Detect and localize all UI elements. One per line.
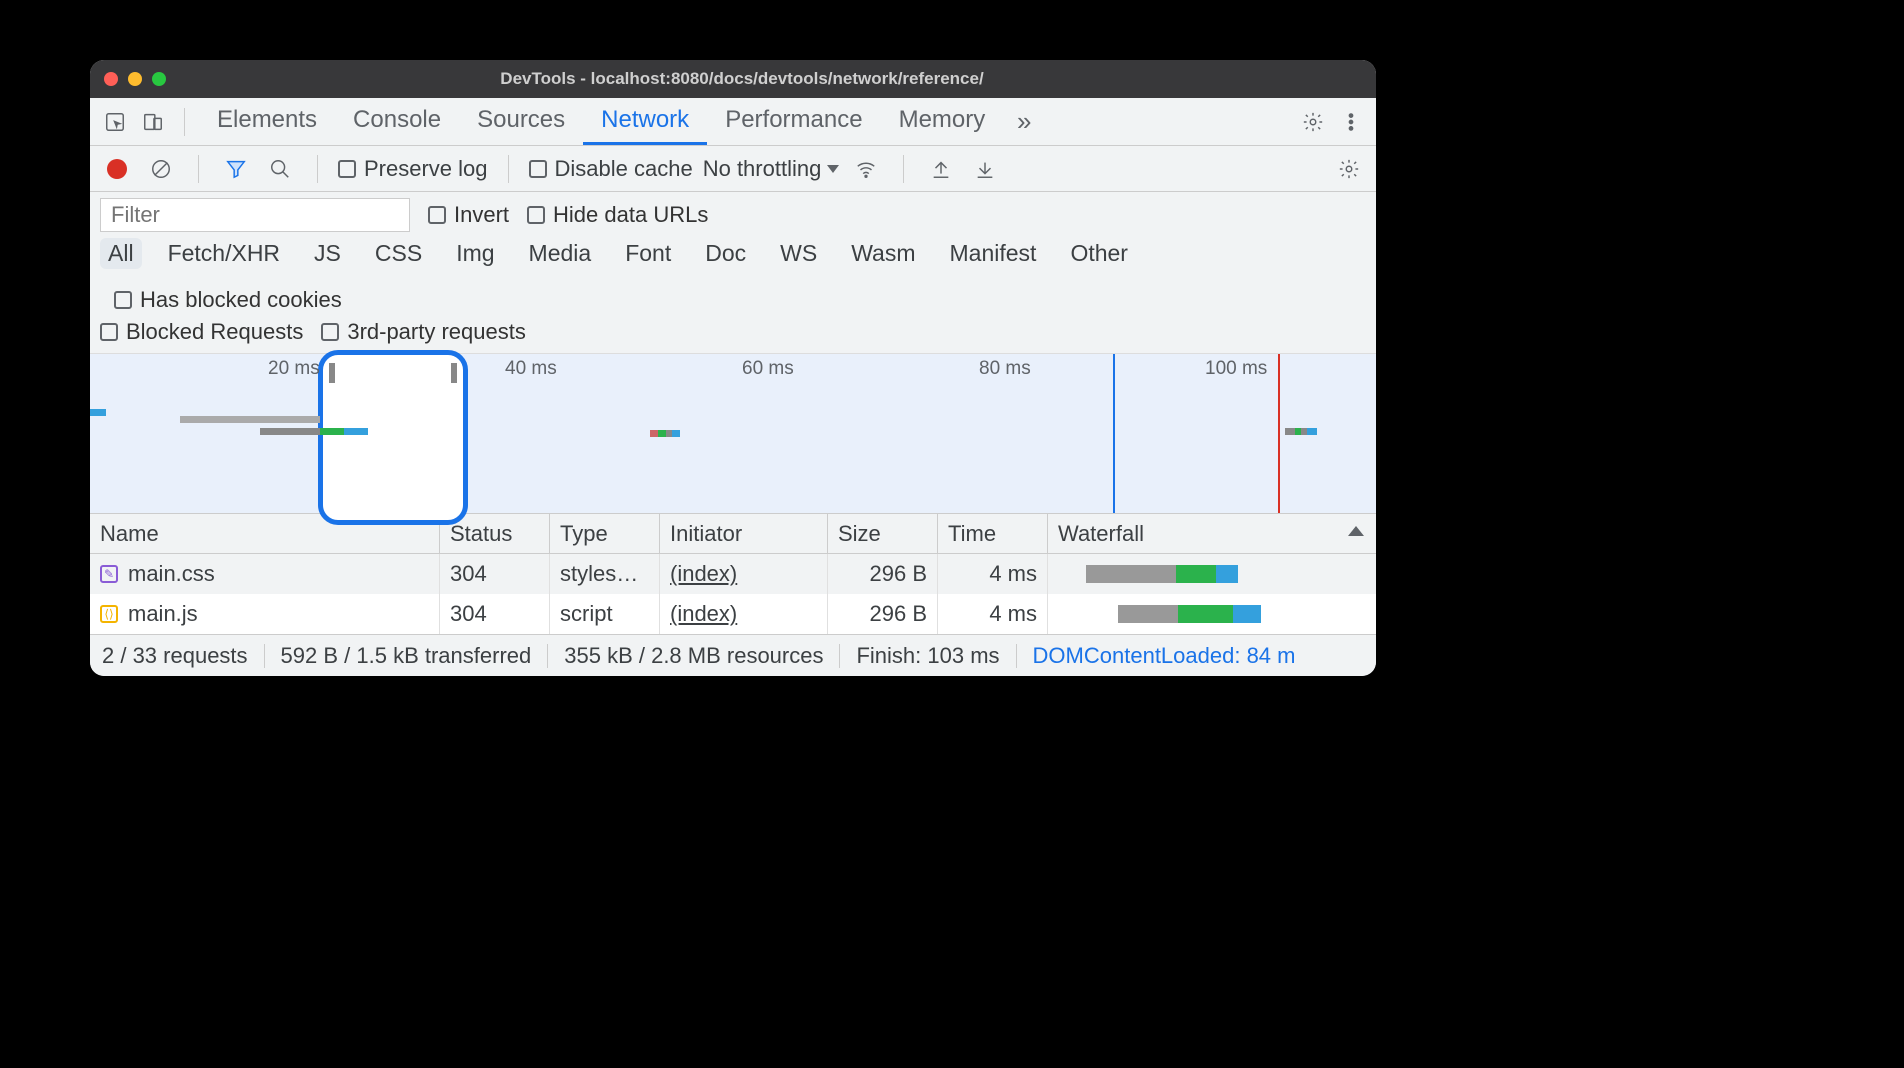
invert-checkbox[interactable]: Invert <box>428 202 509 228</box>
col-waterfall[interactable]: Waterfall <box>1048 514 1376 553</box>
network-conditions-icon[interactable] <box>849 152 883 186</box>
cell-waterfall <box>1048 594 1376 634</box>
close-window-button[interactable] <box>104 72 118 86</box>
status-resources: 355 kB / 2.8 MB resources <box>564 643 823 669</box>
upload-har-icon[interactable] <box>924 152 958 186</box>
cell-initiator: (index) <box>660 594 828 634</box>
cell-name: ✎main.css <box>90 554 440 594</box>
filter-icon[interactable] <box>219 152 253 186</box>
load-marker <box>1278 354 1280 513</box>
network-toolbar: Preserve log Disable cache No throttling <box>90 146 1376 192</box>
col-initiator[interactable]: Initiator <box>660 514 828 553</box>
col-time[interactable]: Time <box>938 514 1048 553</box>
status-bar: 2 / 33 requests 592 B / 1.5 kB transferr… <box>90 634 1376 676</box>
tab-console[interactable]: Console <box>335 98 459 145</box>
filter-type-media[interactable]: Media <box>521 238 600 269</box>
tick-label: 100 ms <box>1205 358 1267 380</box>
kebab-menu-icon[interactable] <box>1334 105 1368 139</box>
filter-type-fetchxhr[interactable]: Fetch/XHR <box>160 238 288 269</box>
cell-status: 304 <box>440 554 550 594</box>
tab-elements[interactable]: Elements <box>199 98 335 145</box>
preserve-log-checkbox[interactable]: Preserve log <box>338 156 488 182</box>
tab-network[interactable]: Network <box>583 98 707 145</box>
settings-icon[interactable] <box>1296 105 1330 139</box>
tick-label: 40 ms <box>505 358 557 380</box>
download-har-icon[interactable] <box>968 152 1002 186</box>
filter-type-other[interactable]: Other <box>1062 238 1136 269</box>
blocked-requests-checkbox[interactable]: Blocked Requests <box>100 319 303 345</box>
cell-size: 296 B <box>828 594 938 634</box>
filter-bar: Invert Hide data URLs All Fetch/XHR JS CSS I… <box>90 192 1376 354</box>
hide-data-urls-checkbox[interactable]: Hide data URLs <box>527 202 708 228</box>
throttling-select[interactable]: No throttling <box>703 156 840 182</box>
cell-size: 296 B <box>828 554 938 594</box>
cell-name: ⟨⟩main.js <box>90 594 440 634</box>
request-row[interactable]: ✎main.css304styles…(index)296 B4 ms <box>90 554 1376 594</box>
filter-type-font[interactable]: Font <box>617 238 679 269</box>
waterfall-bar <box>1058 605 1366 623</box>
clear-button[interactable] <box>144 152 178 186</box>
divider <box>184 108 185 136</box>
filter-type-css[interactable]: CSS <box>367 238 430 269</box>
panel-tabs: ElementsConsoleSourcesNetworkPerformance… <box>90 98 1376 146</box>
tab-sources[interactable]: Sources <box>459 98 583 145</box>
titlebar: DevTools - localhost:8080/docs/devtools/… <box>90 60 1376 98</box>
cell-time: 4 ms <box>938 594 1048 634</box>
request-row[interactable]: ⟨⟩main.js304script(index)296 B4 ms <box>90 594 1376 634</box>
search-icon[interactable] <box>263 152 297 186</box>
tick-label: 60 ms <box>742 358 794 380</box>
col-size[interactable]: Size <box>828 514 938 553</box>
filter-type-doc[interactable]: Doc <box>697 238 754 269</box>
filter-type-ws[interactable]: WS <box>772 238 825 269</box>
request-table-header: Name Status Type Initiator Size Time Wat… <box>90 514 1376 554</box>
devtools-window: DevTools - localhost:8080/docs/devtools/… <box>90 60 1376 676</box>
tab-performance[interactable]: Performance <box>707 98 880 145</box>
network-settings-icon[interactable] <box>1332 152 1366 186</box>
status-transferred: 592 B / 1.5 kB transferred <box>281 643 532 669</box>
window-title: DevTools - localhost:8080/docs/devtools/… <box>122 69 1362 89</box>
cell-status: 304 <box>440 594 550 634</box>
sort-ascending-icon <box>1348 526 1364 536</box>
cell-time: 4 ms <box>938 554 1048 594</box>
filter-type-manifest[interactable]: Manifest <box>942 238 1045 269</box>
request-table-body: ✎main.css304styles…(index)296 B4 ms⟨⟩mai… <box>90 554 1376 634</box>
cell-type: styles… <box>550 554 660 594</box>
waterfall-bar <box>1058 565 1366 583</box>
status-finish: Finish: 103 ms <box>856 643 999 669</box>
filter-type-all[interactable]: All <box>100 238 142 269</box>
tab-memory[interactable]: Memory <box>881 98 1004 145</box>
inspect-element-icon[interactable] <box>98 105 132 139</box>
disable-cache-checkbox[interactable]: Disable cache <box>529 156 693 182</box>
third-party-checkbox[interactable]: 3rd-party requests <box>321 319 526 345</box>
chevron-down-icon <box>827 165 839 173</box>
cell-initiator: (index) <box>660 554 828 594</box>
status-domcontentloaded: DOMContentLoaded: 84 m <box>1033 643 1296 669</box>
timeline-overview[interactable]: 20 ms 40 ms 60 ms 80 ms 100 ms <box>90 354 1376 514</box>
more-tabs-icon[interactable]: » <box>1007 105 1041 139</box>
domcontentloaded-marker <box>1113 354 1115 513</box>
col-type[interactable]: Type <box>550 514 660 553</box>
cell-type: script <box>550 594 660 634</box>
filter-type-img[interactable]: Img <box>448 238 502 269</box>
record-button[interactable] <box>100 152 134 186</box>
filter-input[interactable] <box>100 198 410 232</box>
filter-type-js[interactable]: JS <box>306 238 349 269</box>
tick-label: 80 ms <box>979 358 1031 380</box>
has-blocked-cookies-checkbox[interactable]: Has blocked cookies <box>114 287 342 313</box>
overview-selection[interactable] <box>318 350 468 525</box>
cell-waterfall <box>1048 554 1376 594</box>
status-requests: 2 / 33 requests <box>102 643 248 669</box>
tick-label: 20 ms <box>268 358 320 380</box>
filter-type-wasm[interactable]: Wasm <box>843 238 923 269</box>
device-toggle-icon[interactable] <box>136 105 170 139</box>
